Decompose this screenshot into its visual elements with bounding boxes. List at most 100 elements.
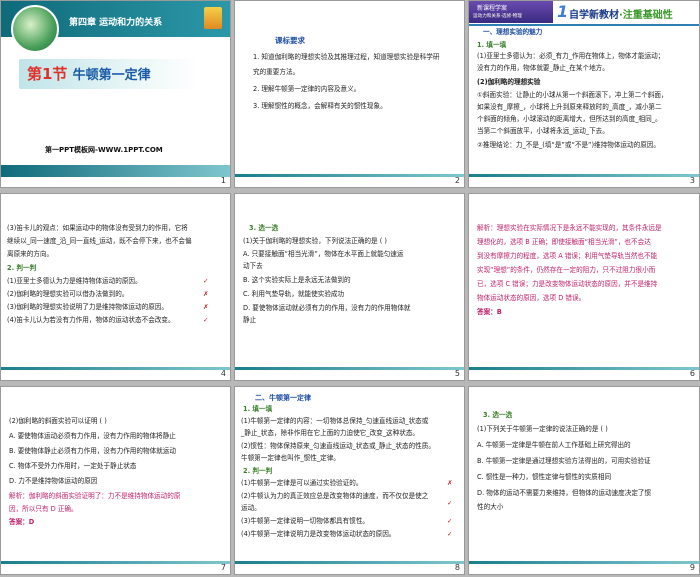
footer-bar	[1, 367, 230, 370]
slide-number: 1	[220, 176, 226, 185]
footer-bar	[469, 174, 699, 177]
answer-line: 答案：B	[477, 308, 502, 316]
text-line: (2)牛顿认为力的真正效应总是改变物体的速度，而不仅仅是使之	[241, 492, 429, 500]
judgement-mark: ✓	[203, 316, 209, 324]
text-line: D. 力不是维持物体运动的原因	[9, 477, 98, 485]
slide-1[interactable]: 第四章 运动和力的关系 第1节 牛顿第一定律 第一PPT模板网-WWW.1PPT…	[0, 0, 231, 188]
footer-bar	[469, 561, 699, 564]
text-line: A. 要使物体运动必须有力作用，没有力作用的物体将静止	[9, 432, 176, 440]
text-line: (2)伽利略的理想实验可以借办法做到的。	[7, 290, 129, 298]
slide-grid: 第四章 运动和力的关系 第1节 牛顿第一定律 第一PPT模板网-WWW.1PPT…	[0, 0, 700, 577]
text-line: (2)伽利略的理想实验	[477, 78, 541, 86]
judgement-mark: ✓	[447, 517, 453, 525]
text-line: 继续以_同一速度_沿_同一直线_运动，既不会停下来，也不会偏	[7, 237, 192, 245]
judgement-mark: ✓	[203, 277, 209, 285]
text-line: 静止	[243, 316, 257, 324]
text-line: (2)惯性：物体保持原来_匀速直线运动_状态或_静止_状态的性质。	[241, 442, 435, 450]
credit-text: 第一PPT模板网-WWW.1PPT.COM	[45, 146, 163, 154]
footer-bar	[235, 174, 464, 177]
course-badge: 新课程学案 运动力和关系·选修·物理	[469, 1, 553, 23]
judgement-mark: ✓	[447, 530, 453, 538]
text-line: B. 牛顿第一定律是通过理想实验方法得出的，可用实验验证	[477, 457, 651, 465]
text-line: ②推理结论：力_不是_(填“是”或“不是”)维持物体运动的原因。	[477, 141, 660, 149]
text-line: C. 物体不受外力作用时，一定处于静止状态	[9, 462, 137, 470]
chapter-title: 第四章 运动和力的关系	[69, 18, 163, 28]
lesson-title: 第1节 牛顿第一定律	[27, 63, 151, 84]
slide-number: 9	[689, 563, 695, 572]
slide-8[interactable]: 二、牛顿第一定律 1. 填一填 (1)牛顿第一定律的内容：一切物体总保持_匀速直…	[234, 386, 465, 575]
lesson-number: 第1节	[27, 65, 68, 83]
slide-9[interactable]: 3. 选一选 (1)下列关于牛顿第一定律的说法正确的是 ( ) A. 牛顿第一定…	[468, 386, 700, 575]
text-line: (2)伽利略的斜面实验可以证明 ( )	[9, 417, 107, 425]
slide-7[interactable]: (2)伽利略的斜面实验可以证明 ( ) A. 要使物体运动必须有力作用，没有力作…	[0, 386, 231, 575]
text-line: 3. 选一选	[249, 224, 279, 232]
sub-heading: 一、理想实验的魅力	[483, 28, 543, 36]
text-line: 动下去	[243, 262, 263, 270]
footer-bar	[1, 561, 230, 564]
text-line: 实现“理想”的条件，仍然存在一定的阻力，只不过阻力很小而	[477, 266, 656, 274]
slide-2[interactable]: 课标要求 1. 知道伽利略的理想实验及其推理过程，知道理想实验是科学研 究的重要…	[234, 0, 465, 188]
judgement-mark: ✗	[447, 479, 453, 487]
slide-5[interactable]: 3. 选一选 (1)关于伽利略的理想实验，下列说法正确的是 ( ) A. 只要接…	[234, 193, 465, 381]
slide-number: 8	[454, 563, 460, 572]
text-line: 性的大小	[477, 503, 504, 511]
section-heading: 课标要求	[275, 36, 305, 45]
text-line: C. 惯性是一种力，惯性定律与惯性的实质相同	[477, 473, 612, 481]
judgement-mark: ✓	[447, 499, 453, 507]
text-line: D. 物体的运动不需要力来维持，但物体的运动速度决定了惯	[477, 489, 652, 497]
text-line: _静止_状态，除非作用在它上面的力迫使它_改变_这种状态。	[241, 429, 420, 437]
slide-number: 5	[454, 369, 460, 378]
slide-number: 7	[220, 563, 226, 572]
answer-line: 答案：D	[9, 518, 35, 526]
section-title-sub: ·注重基础性	[619, 10, 673, 21]
text-line: 没有力的作用，物体就要_静止_在某个地方。	[477, 64, 609, 72]
footer-bar	[235, 367, 464, 370]
text-line: 到没有摩擦力的程度，选项 A 错误；利用气垫导轨当然也不能	[477, 252, 658, 260]
section-title-main: 自学新教材	[569, 10, 619, 21]
text-line: A. 只要接触面“相当光滑”，物体在水平面上就能匀速运	[243, 250, 404, 258]
text-line: 解析：理想实验在实际情况下是永远不能实现的，其条件永远是	[477, 224, 662, 232]
text-line: (3)笛卡儿的观点：如果运动中的物体没有受到力的作用，它将	[7, 224, 188, 232]
text-line: (4)牛顿第一定律说明力是改变物体运动状态的原因。	[241, 530, 396, 538]
text-line: 1. 填一填	[243, 405, 273, 413]
text-line: (1)亚里士多德认为：必须_有力_作用在物体上，物体才能运动；	[477, 52, 665, 60]
text-line: (1)亚里士多德认为力是维持物体运动的原因。	[7, 277, 142, 285]
slide-4[interactable]: (3)笛卡儿的观点：如果运动中的物体没有受到力的作用，它将 继续以_同一速度_沿…	[0, 193, 231, 381]
text-line: 究的重要方法。	[253, 68, 300, 76]
slide-number: 2	[454, 176, 460, 185]
bottom-banner	[1, 165, 230, 177]
badge-title: 新课程学案	[477, 5, 508, 12]
header-divider	[469, 24, 699, 26]
book-icon	[204, 7, 222, 29]
badge-subtitle: 运动力和关系·选修·物理	[473, 14, 522, 19]
text-line: 运动。	[241, 504, 261, 512]
text-line: D. 要使物体运动就必须有力的作用，没有力的作用物体就	[243, 304, 411, 312]
lesson-name: 牛顿第一定律	[72, 68, 151, 83]
text-line: ①斜面实验：让静止的小球从第一个斜面滚下，冲上第二个斜面，	[477, 91, 668, 99]
dandelion-logo-icon	[11, 5, 59, 53]
text-line: B. 要使物体静止必须有力作用，没有力作用的物体就运动	[9, 447, 176, 455]
text-line: 物体运动状态的原因，选项 D 错误。	[477, 294, 586, 302]
text-line: 离原来的方向。	[7, 250, 54, 258]
text-line: 解析：伽利略的斜面实验证明了：力不是维持物体运动的原	[9, 492, 181, 500]
section-number: 1	[557, 2, 569, 21]
text-line: B. 这个实验实际上是永远无法做到的	[243, 276, 351, 284]
slide-3[interactable]: 新课程学案 运动力和关系·选修·物理 1 自学新教材·注重基础性 一、理想实验的…	[468, 0, 700, 188]
text-line: 1. 填一填	[477, 41, 507, 49]
text-line: A. 牛顿第一定律是牛顿在前人工作基础上研究得出的	[477, 441, 631, 449]
text-line: 理想化的，选项 B 正确；即使接触面“相当光滑”，也不会达	[477, 238, 651, 246]
text-line: 如果没有_摩擦_，小球将上升到原来释放时的_高度_，减小第二	[477, 103, 662, 111]
text-line: 已，选项 C 错误；力是改变物体运动状态的原因，并不是维持	[477, 280, 658, 288]
text-line: C. 利用气垫导轨，就能使实验成功	[243, 290, 345, 298]
text-line: 因，所以只有 D 正确。	[9, 505, 78, 513]
slide-6[interactable]: 解析：理想实验在实际情况下是永远不能实现的，其条件永远是 理想化的，选项 B 正…	[468, 193, 700, 381]
judgement-mark: ✗	[203, 290, 209, 298]
judgement-mark: ✗	[203, 303, 209, 311]
footer-bar	[469, 367, 699, 370]
text-line: 1. 知道伽利略的理想实验及其推理过程，知道理想实验是科学研	[253, 53, 440, 61]
text-line: 2. 判一判	[7, 264, 37, 272]
footer-bar	[235, 561, 464, 564]
text-line: 2. 理解牛顿第一定律的内容及意义。	[253, 85, 361, 93]
text-line: (1)牛顿第一定律是可以通过实验验证的。	[241, 479, 363, 487]
slide-number: 3	[689, 176, 695, 185]
